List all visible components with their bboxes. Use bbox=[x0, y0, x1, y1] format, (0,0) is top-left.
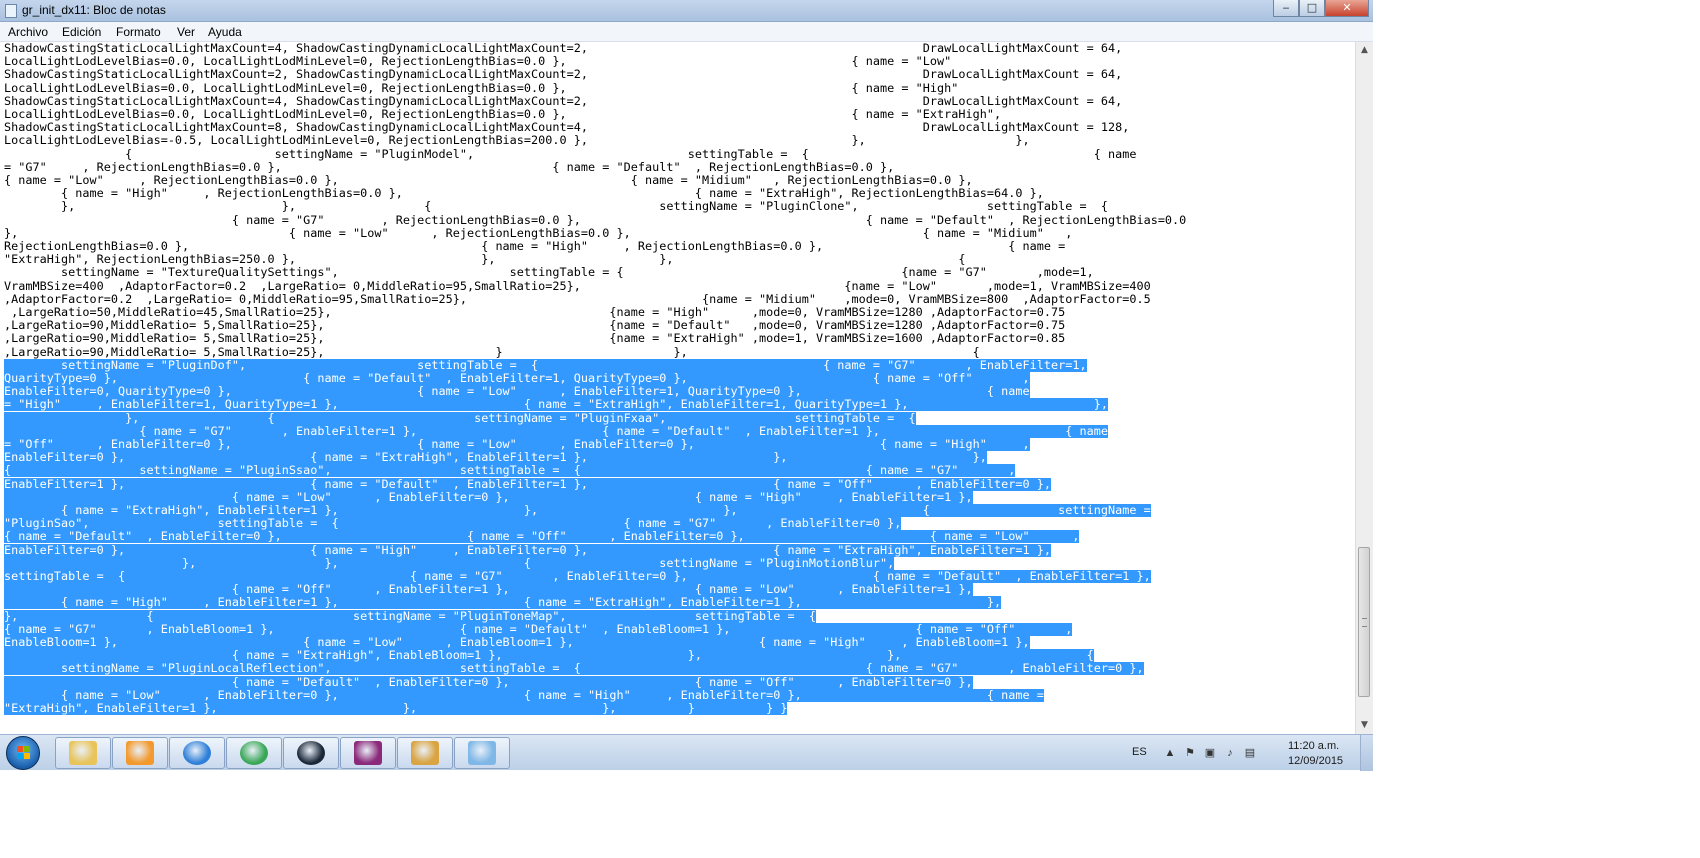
text-line: { name = "Low" , RejectionLengthBias=0.0… bbox=[4, 173, 973, 187]
selected-text-line: settingName = "PluginDof", settingTable … bbox=[4, 357, 1087, 372]
close-button[interactable]: ✕ bbox=[1325, 0, 1369, 17]
taskbar-button-winrar[interactable] bbox=[340, 737, 396, 769]
menu-archivo[interactable]: Archivo bbox=[8, 25, 48, 39]
text-line: LocalLightLodLevelBias=0.0, LocalLightLo… bbox=[4, 80, 959, 95]
selected-text-line: EnableFilter=1 }, { name = "Default" , E… bbox=[4, 476, 1051, 491]
show-desktop-button[interactable] bbox=[1360, 735, 1373, 771]
media-player-icon bbox=[126, 741, 154, 765]
start-button[interactable] bbox=[6, 736, 40, 770]
text-line: LocalLightLodLevelBias=0.0, LocalLightLo… bbox=[4, 54, 952, 69]
text-line: }, }, { settingName = "PluginClone", set… bbox=[4, 199, 1108, 214]
text-line: VramMBSize=400 ,AdaptorFactor=0.2 ,Large… bbox=[4, 278, 1151, 293]
notepad-icon bbox=[468, 741, 496, 765]
clock-date[interactable]: 12/09/2015 bbox=[1288, 755, 1343, 767]
taskbar-button-notepad[interactable] bbox=[454, 737, 510, 769]
action-center-icon[interactable]: ⚑ bbox=[1184, 747, 1196, 759]
selected-text-line: }, { settingName = "PluginToneMap", sett… bbox=[4, 608, 816, 623]
selected-text-line: EnableBloom=1 }, { name = "Low" , Enable… bbox=[4, 635, 1030, 649]
text-line: ,LargeRatio=90,MiddleRatio= 5,SmallRatio… bbox=[4, 318, 1066, 333]
selected-text-line: settingTable = { { name = "G7" , EnableF… bbox=[4, 569, 1151, 583]
show-hidden-icons-icon[interactable]: ▲ bbox=[1164, 747, 1176, 759]
selected-text-line: { name = "ExtraHigh", EnableFilter=1 }, … bbox=[4, 503, 1151, 517]
text-line: LocalLightLodLevelBias=-0.5, LocalLightL… bbox=[4, 133, 1030, 148]
steam-icon bbox=[297, 741, 325, 765]
menu-formato[interactable]: Formato bbox=[116, 25, 161, 39]
selected-text-line: { name = "Default" , EnableFilter=0 }, {… bbox=[4, 529, 1080, 544]
chrome-icon bbox=[240, 741, 268, 765]
text-line: ShadowCastingStaticLocalLightMaxCount=2,… bbox=[4, 67, 1123, 82]
internet-explorer-icon bbox=[183, 741, 211, 765]
menu-ayuda[interactable]: Ayuda bbox=[208, 25, 242, 39]
winrar-icon bbox=[354, 741, 382, 765]
selected-text-line: = "High" , EnableFilter=1, QuarityType=1… bbox=[4, 397, 1108, 412]
text-line: ,AdaptorFactor=0.2 ,LargeRatio= 0,Middle… bbox=[4, 291, 1151, 306]
network-icon[interactable]: ▤ bbox=[1244, 747, 1256, 759]
notepad-app-icon[interactable] bbox=[5, 4, 17, 18]
vertical-scrollbar[interactable]: ▲ ▼ bbox=[1355, 42, 1373, 734]
selected-text-line: { name = "Off" , EnableFilter=1 }, { nam… bbox=[4, 582, 973, 597]
selected-text-line: EnableFilter=0 }, { name = "ExtraHigh", … bbox=[4, 450, 987, 465]
clock-time[interactable]: 11:20 a.m. bbox=[1288, 740, 1339, 752]
scroll-up-arrow-icon[interactable]: ▲ bbox=[1356, 42, 1373, 59]
selected-text-line: }, { settingName = "PluginFxaa", setting… bbox=[4, 410, 916, 425]
menu-ver[interactable]: Ver bbox=[177, 25, 195, 39]
menu-bar: Archivo Edición Formato Ver Ayuda bbox=[0, 22, 1373, 42]
text-line: ShadowCastingStaticLocalLightMaxCount=4,… bbox=[4, 42, 1123, 55]
text-line: LocalLightLodLevelBias=0.0, LocalLightLo… bbox=[4, 107, 1002, 121]
text-editor-area[interactable]: ShadowCastingStaticLocalLightMaxCount=4,… bbox=[0, 42, 1355, 734]
text-line: }, { name = "Low" , RejectionLengthBias=… bbox=[4, 225, 1073, 240]
selected-text-line: { name = "G7" , EnableBloom=1 }, { name … bbox=[4, 621, 1073, 636]
text-line: = "G7" , RejectionLengthBias=0.0 }, { na… bbox=[4, 159, 895, 174]
selected-text-line: settingName = "PluginLocalReflection", s… bbox=[4, 661, 1144, 676]
selected-text-line: EnableFilter=0, QuarityType=0 }, { name … bbox=[4, 384, 1030, 399]
text-line: ,LargeRatio=50,MiddleRatio=45,SmallRatio… bbox=[4, 305, 1066, 319]
selected-text-line: { name = "ExtraHigh", EnableBloom=1 }, }… bbox=[4, 648, 1094, 663]
text-line: ShadowCastingStaticLocalLightMaxCount=8,… bbox=[4, 120, 1130, 135]
notepad-window: gr_init_dx11: Bloc de notas ‒ □ ✕ Archiv… bbox=[0, 0, 1373, 771]
text-line: { settingName = "PluginModel", settingTa… bbox=[4, 146, 1137, 161]
selected-text-line: { name = "High" , EnableFilter=1 }, { na… bbox=[4, 595, 1002, 610]
text-line: ,LargeRatio=90,MiddleRatio= 5,SmallRatio… bbox=[4, 331, 1066, 346]
selected-text-line: = "Off" , EnableFilter=0 }, { name = "Lo… bbox=[4, 437, 1030, 451]
text-line: RejectionLengthBias=0.0 }, { name = "Hig… bbox=[4, 239, 1066, 253]
selected-text-line: "PluginSao", settingTable = { { name = "… bbox=[4, 516, 902, 531]
system-tray: ES ▲ ⚑ ▣ ♪ ▤ 11:20 a.m. 12/09/2015 bbox=[1120, 735, 1373, 771]
selected-text-line: { name = "Default" , EnableFilter=0 }, {… bbox=[4, 674, 973, 689]
window-title: gr_init_dx11: Bloc de notas bbox=[22, 3, 166, 17]
selected-text-line: { name = "G7" , EnableFilter=1 }, { name… bbox=[4, 423, 1108, 438]
text-line: { name = "G7" , RejectionLengthBias=0.0 … bbox=[4, 212, 1187, 227]
scrollbar-thumb[interactable] bbox=[1358, 547, 1370, 697]
device-icon[interactable]: ▣ bbox=[1204, 747, 1216, 759]
selected-text-line: "ExtraHigh", EnableFilter=1 }, }, }, } }… bbox=[4, 701, 788, 715]
scroll-down-arrow-icon[interactable]: ▼ bbox=[1356, 717, 1373, 734]
selected-text-line: { name = "Low" , EnableFilter=0 }, { nam… bbox=[4, 687, 1044, 702]
text-line: settingName = "TextureQualitySettings", … bbox=[4, 265, 1094, 280]
taskbar-button-steam[interactable] bbox=[283, 737, 339, 769]
language-indicator[interactable]: ES bbox=[1132, 746, 1147, 758]
window-controls: ‒ □ ✕ bbox=[1273, 0, 1369, 18]
paint-icon bbox=[411, 741, 439, 765]
text-line: { name = "High" , RejectionLengthBias=0.… bbox=[4, 186, 1044, 201]
taskbar-button-explorer[interactable] bbox=[55, 737, 111, 769]
taskbar-button-paint[interactable] bbox=[397, 737, 453, 769]
title-bar[interactable]: gr_init_dx11: Bloc de notas ‒ □ ✕ bbox=[0, 0, 1373, 22]
menu-edicion[interactable]: Edición bbox=[62, 25, 101, 39]
volume-icon[interactable]: ♪ bbox=[1224, 747, 1236, 759]
minimize-button[interactable]: ‒ bbox=[1273, 0, 1299, 17]
selected-text-line: }, }, { settingName = "PluginMotionBlur"… bbox=[4, 555, 895, 570]
selected-text-line: { settingName = "PluginSsao", settingTab… bbox=[4, 463, 1016, 478]
selected-text-line: EnableFilter=0 }, { name = "High" , Enab… bbox=[4, 542, 1051, 557]
windows-logo-icon bbox=[17, 746, 31, 760]
explorer-icon bbox=[69, 741, 97, 765]
taskbar-button-internet-explorer[interactable] bbox=[169, 737, 225, 769]
taskbar-button-media-player[interactable] bbox=[112, 737, 168, 769]
maximize-button[interactable]: □ bbox=[1299, 0, 1325, 17]
text-line: ShadowCastingStaticLocalLightMaxCount=4,… bbox=[4, 93, 1123, 108]
selected-text-line: { name = "Low" , EnableFilter=0 }, { nam… bbox=[4, 489, 973, 504]
text-line: ,LargeRatio=90,MiddleRatio= 5,SmallRatio… bbox=[4, 344, 980, 359]
taskbar: ES ▲ ⚑ ▣ ♪ ▤ 11:20 a.m. 12/09/2015 bbox=[0, 734, 1373, 771]
text-line: "ExtraHigh", RejectionLengthBias=250.0 }… bbox=[4, 252, 966, 267]
selected-text-line: QuarityType=0 }, { name = "Default" , En… bbox=[4, 371, 1030, 385]
taskbar-button-chrome[interactable] bbox=[226, 737, 282, 769]
